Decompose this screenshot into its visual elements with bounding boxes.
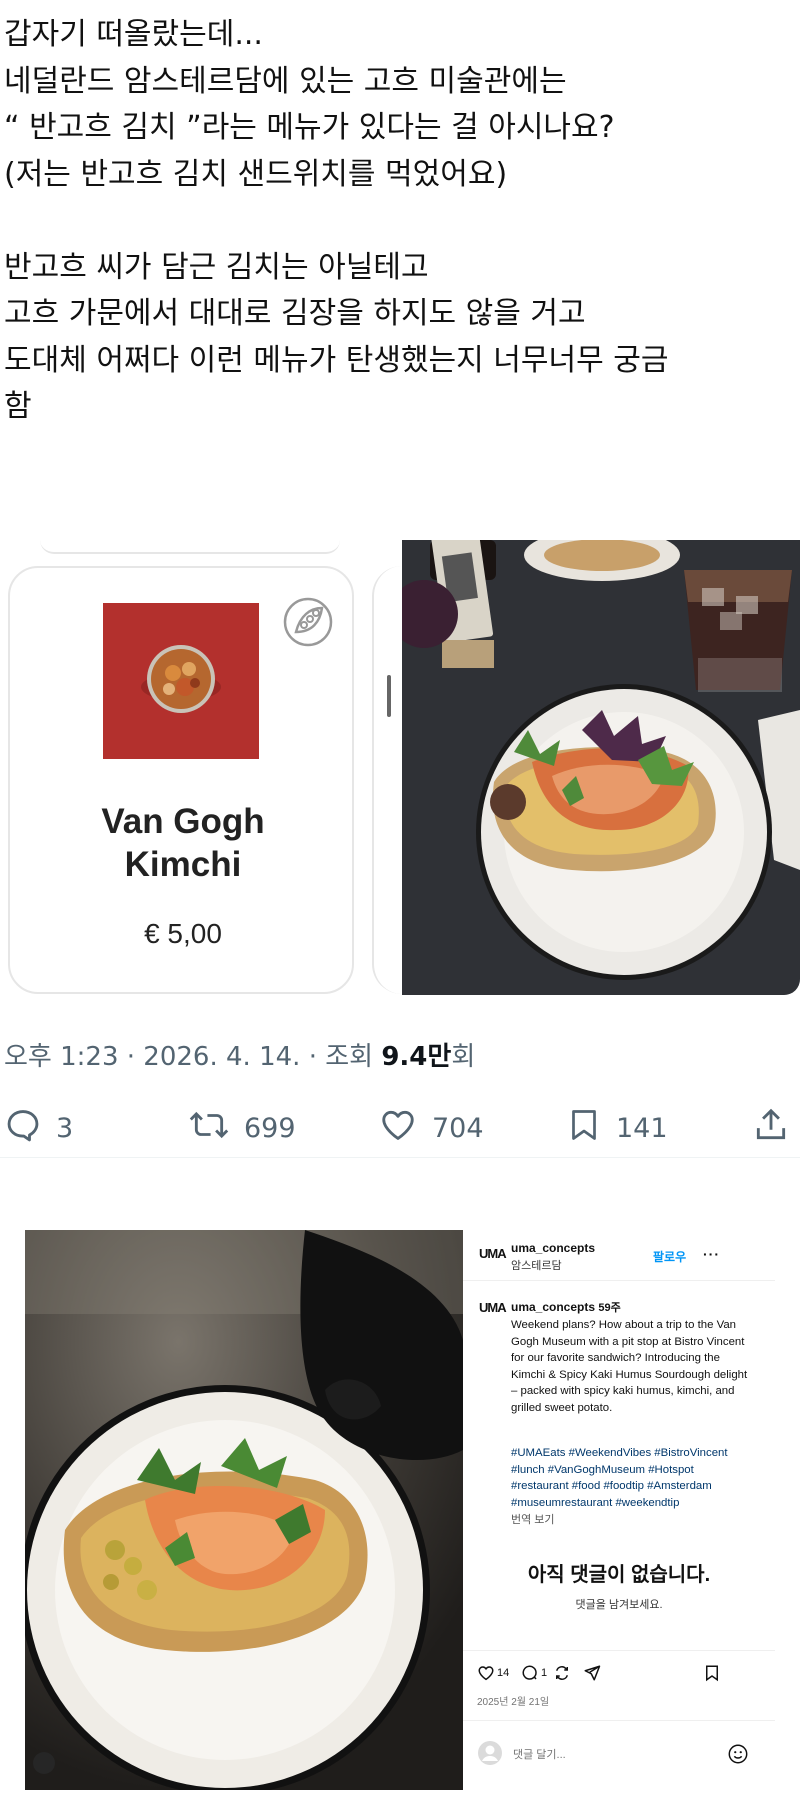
tweet-line: 네덜란드 암스테르담에 있는 고흐 미술관에는 [4,63,567,99]
uma-logo: UMA [479,1300,507,1315]
tweet-text: 갑자기 떠올랐는데... 네덜란드 암스테르담에 있는 고흐 미술관에는 “ 반… [4,12,794,431]
divider [0,1157,800,1158]
instagram-side-panel: UMA uma_concepts 암스테르담 팔로우 ··· UMA uma_c… [463,1230,775,1790]
caption-author[interactable]: uma_concepts 59주 [511,1300,621,1317]
comment-input[interactable]: 댓글 달기... [477,1738,767,1768]
no-comments-subtitle: 댓글을 남겨보세요. [575,1599,663,1611]
reply-icon [4,1106,42,1151]
ig-share-button[interactable] [583,1664,601,1685]
ig-repost-button[interactable] [553,1664,571,1685]
ig-comment-count: 1 [541,1667,548,1679]
kimchi-jar-image [103,603,259,759]
views-count: 9.4만 [381,1042,451,1072]
vegan-icon [282,596,334,648]
divider [463,1720,775,1721]
tweet-time[interactable]: 오후 1:23 [4,1042,119,1072]
divider [463,1280,775,1281]
tweet-media[interactable]: Van Gogh Kimchi € 5,00 [0,540,800,995]
menu-item-name-line: Van Gogh [101,802,265,841]
like-button[interactable]: 704 [378,1103,484,1153]
tweet-line: 반고흐 씨가 담근 김치는 아닐테고 [4,249,429,285]
post-date: 2025년 2월 21일 [477,1697,550,1708]
scrollbar-thumb [387,675,391,717]
meta-separator: · [308,1042,317,1072]
tweet-meta: 오후 1:23 · 2026. 4. 14. · 조회 9.4만회 [4,1036,475,1073]
tweet-line: (저는 반고흐 김치 샌드위치를 먹었어요) [4,156,508,192]
translate-link[interactable]: 번역 보기 [511,1511,555,1527]
menu-item-price: € 5,00 [144,918,222,949]
tweet-line: “ 반고흐 김치 ”라는 메뉴가 있다는 걸 아시나요? [4,110,615,145]
heart-icon [378,1106,418,1151]
tweet-date[interactable]: 2026. 4. 14. [143,1042,300,1072]
comment-placeholder: 댓글 달기... [513,1749,566,1761]
reply-button[interactable]: 3 [4,1103,73,1153]
bookmark-button[interactable]: 141 [566,1103,668,1153]
no-comments-title: 아직 댓글이 없습니다. [527,1564,711,1586]
instagram-sandwich-photo[interactable] [25,1230,463,1790]
follow-button[interactable]: 팔로우 [653,1248,686,1265]
instagram-post-screenshot: UMA uma_concepts 암스테르담 팔로우 ··· UMA uma_c… [25,1230,775,1790]
retweet-count: 699 [244,1112,296,1144]
tweet-actions: 3 699 704 141 [0,1103,800,1153]
caption-author-name: uma_concepts [511,1300,596,1314]
tweet-line: 갑자기 떠올랐는데... [4,17,263,52]
user-tag-icon[interactable] [33,1752,55,1774]
tweet-line: 도대체 어쩌다 이런 메뉴가 탄생했는지 너무너무 궁금 [4,342,669,378]
menu-item-name-line: Kimchi [124,845,242,884]
tweet-line: 함 [4,389,32,424]
ig-comment-button[interactable] [521,1664,539,1685]
post-age: 59주 [598,1302,621,1314]
menu-screenshot[interactable]: Van Gogh Kimchi € 5,00 [0,540,400,995]
divider [463,1650,775,1651]
more-options-icon[interactable]: ··· [703,1246,720,1262]
post-hashtags[interactable]: #UMAEats #WeekendVibes #BistroVincent #l… [511,1445,751,1511]
uma-logo: UMA [479,1246,507,1261]
emoji-icon[interactable] [727,1743,749,1770]
views-label: 조회 [325,1042,374,1072]
user-avatar-icon [477,1740,503,1771]
bookmark-icon [566,1106,602,1151]
share-icon [752,1106,790,1151]
retweet-button[interactable]: 699 [188,1103,296,1153]
post-caption: Weekend plans? How about a trip to the V… [511,1319,748,1414]
location[interactable]: 암스테르담 [511,1257,562,1273]
tweet-line: 고흐 가문에서 대대로 김장을 하지도 않을 거고 [4,296,586,331]
like-count: 704 [432,1112,484,1144]
instagram-actions: 14 1 [477,1664,767,1688]
reply-count: 3 [56,1112,74,1144]
bookmark-count: 141 [616,1112,668,1144]
meta-separator: · [126,1042,136,1072]
ig-like-count: 14 [497,1667,510,1679]
views-suffix: 회 [451,1042,476,1072]
menu-item-card: Van Gogh Kimchi € 5,00 [8,566,354,994]
share-button[interactable] [752,1103,790,1153]
ig-like-button[interactable] [477,1664,495,1685]
ig-save-button[interactable] [703,1664,721,1685]
menu-item-name: Van Gogh Kimchi [10,800,356,886]
views-value: 9.4 [381,1042,428,1072]
retweet-icon [188,1106,230,1151]
views-unit: 만 [427,1042,452,1072]
sandwich-photo[interactable] [402,540,800,995]
account-name[interactable]: uma_concepts [511,1241,595,1255]
previous-card-edge [40,540,340,554]
